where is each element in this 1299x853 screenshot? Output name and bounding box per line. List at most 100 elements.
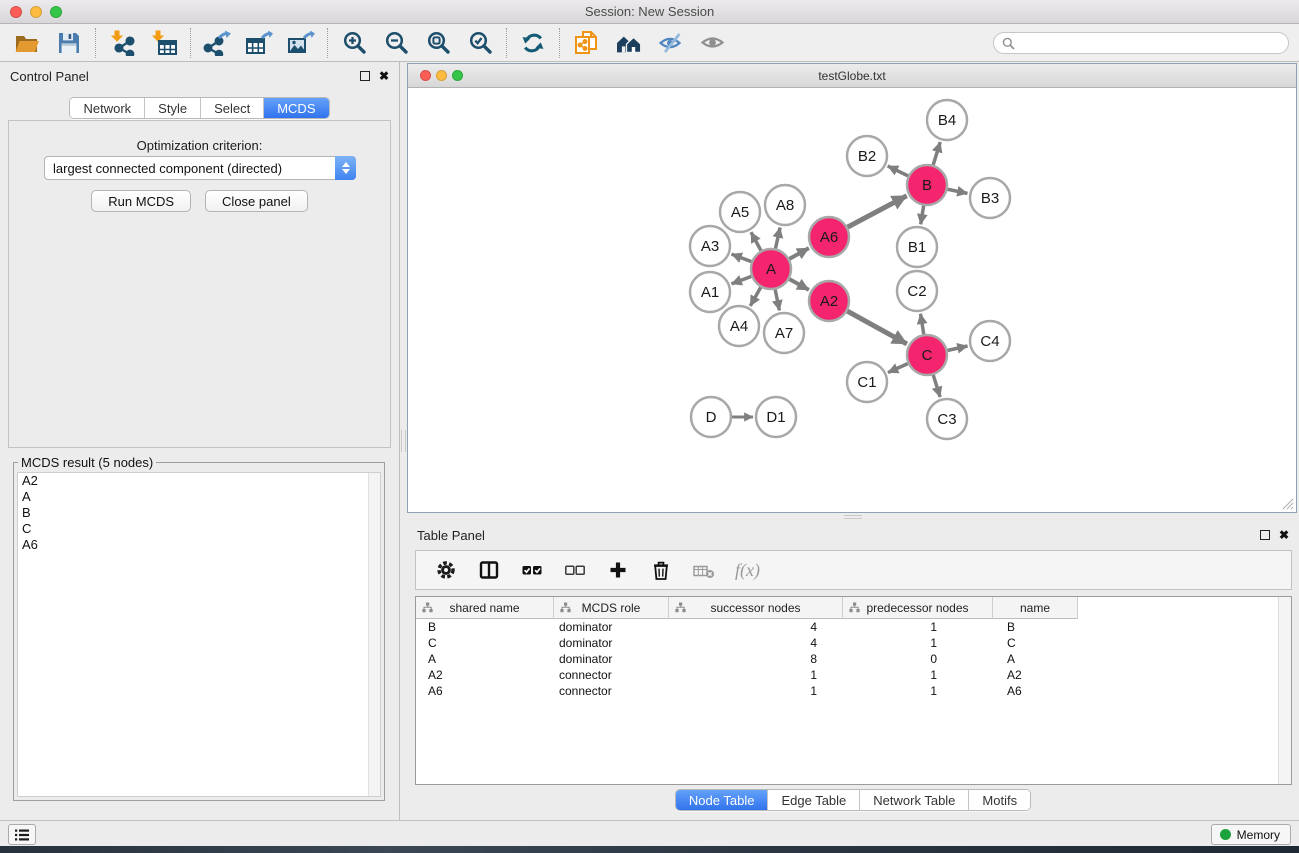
table-row[interactable]: Adominator80A xyxy=(416,651,1291,667)
hide-selected-button[interactable] xyxy=(649,26,691,60)
resize-grip-icon[interactable] xyxy=(1281,497,1294,510)
duplicate-page-button[interactable] xyxy=(565,26,607,60)
close-panel-icon[interactable]: ✖ xyxy=(1279,530,1289,540)
window-titlebar: Session: New Session xyxy=(0,0,1299,24)
mcds-result-list[interactable]: A2ABCA6 xyxy=(17,472,381,797)
table-cell: 1 xyxy=(669,668,843,682)
export-image-button[interactable] xyxy=(280,26,322,60)
result-item[interactable]: C xyxy=(18,521,380,537)
minimize-network-button[interactable] xyxy=(436,70,447,81)
add-column-button[interactable] xyxy=(606,558,630,582)
memory-button[interactable]: Memory xyxy=(1211,824,1291,845)
select-all-columns-button[interactable] xyxy=(520,558,544,582)
refresh-button[interactable] xyxy=(512,26,554,60)
graph-node-label-A8: A8 xyxy=(776,197,794,214)
close-panel-icon[interactable]: ✖ xyxy=(379,71,389,81)
import-network-button[interactable] xyxy=(101,26,143,60)
list-icon xyxy=(15,829,29,841)
table-cell: 1 xyxy=(669,684,843,698)
delete-table-button[interactable] xyxy=(692,558,716,582)
float-panel-icon[interactable] xyxy=(360,71,370,81)
tab-mcds[interactable]: MCDS xyxy=(264,98,328,118)
unselect-all-columns-button[interactable] xyxy=(563,558,587,582)
table-toolbar: f(x) xyxy=(415,550,1292,590)
criterion-dropdown[interactable]: largest connected component (directed) xyxy=(44,156,356,180)
show-all-button[interactable] xyxy=(691,26,733,60)
horizontal-splitter-handle[interactable] xyxy=(407,513,1299,521)
table-settings-button[interactable] xyxy=(434,558,458,582)
table-row[interactable]: A6connector11A6 xyxy=(416,683,1291,699)
table-cell: 1 xyxy=(843,668,993,682)
table-panel: Table Panel ✖ xyxy=(407,521,1299,820)
zoom-selected-button[interactable] xyxy=(459,26,501,60)
result-item[interactable]: A xyxy=(18,489,380,505)
table-scrollbar[interactable] xyxy=(1278,597,1291,784)
memory-status-icon xyxy=(1220,829,1231,840)
network-window: testGlobe.txt B4B2BB3A8A5A6A3B1AA1C2A2A4… xyxy=(407,63,1297,513)
vertical-splitter-handle[interactable] xyxy=(401,430,406,452)
zoom-window-button[interactable] xyxy=(50,6,62,18)
window-title: Session: New Session xyxy=(585,4,714,19)
trash-icon xyxy=(650,559,672,581)
column-header-MCDS-role[interactable]: MCDS role xyxy=(554,597,669,619)
tab-motifs[interactable]: Motifs xyxy=(969,790,1030,810)
column-header-predecessor-nodes[interactable]: predecessor nodes xyxy=(843,597,993,619)
column-header-successor-nodes[interactable]: successor nodes xyxy=(669,597,843,619)
save-disk-icon xyxy=(57,31,81,55)
result-item[interactable]: A2 xyxy=(18,473,380,489)
minimize-window-button[interactable] xyxy=(30,6,42,18)
zoom-network-button[interactable] xyxy=(452,70,463,81)
table-row[interactable]: A2connector11A2 xyxy=(416,667,1291,683)
show-columns-button[interactable] xyxy=(477,558,501,582)
column-header-name[interactable]: name xyxy=(993,597,1078,619)
float-panel-icon[interactable] xyxy=(1260,530,1270,540)
function-icon: f(x) xyxy=(735,560,760,581)
tab-network-table[interactable]: Network Table xyxy=(860,790,969,810)
network-window-titlebar[interactable]: testGlobe.txt xyxy=(408,64,1296,88)
tab-node-table[interactable]: Node Table xyxy=(676,790,769,810)
zoom-fit-button[interactable] xyxy=(417,26,459,60)
home-layout-button[interactable] xyxy=(607,26,649,60)
table-panel-header: Table Panel ✖ xyxy=(407,521,1299,549)
zoom-out-icon xyxy=(384,30,409,55)
column-header-shared-name[interactable]: shared name xyxy=(416,597,554,619)
node-table[interactable]: shared nameMCDS rolesuccessor nodesprede… xyxy=(415,596,1292,785)
close-network-button[interactable] xyxy=(420,70,431,81)
result-scrollbar[interactable] xyxy=(368,473,380,796)
run-mcds-button[interactable]: Run MCDS xyxy=(91,190,191,212)
search-field[interactable] xyxy=(993,32,1289,54)
tab-network[interactable]: Network xyxy=(70,98,145,118)
delete-column-button[interactable] xyxy=(649,558,673,582)
export-table-button[interactable] xyxy=(238,26,280,60)
column-type-icon xyxy=(849,602,860,613)
table-cell: A xyxy=(416,652,554,666)
zoom-in-button[interactable] xyxy=(333,26,375,60)
tab-edge-table[interactable]: Edge Table xyxy=(768,790,860,810)
close-window-button[interactable] xyxy=(10,6,22,18)
import-table-button[interactable] xyxy=(143,26,185,60)
import-table-icon xyxy=(151,30,178,56)
function-builder-button[interactable]: f(x) xyxy=(735,558,760,582)
open-session-button[interactable] xyxy=(6,26,48,60)
table-panel-title: Table Panel xyxy=(417,528,1260,543)
network-canvas[interactable]: B4B2BB3A8A5A6A3B1AA1C2A2A4A7C4CC1C3DD1 xyxy=(408,88,1296,512)
result-item[interactable]: A6 xyxy=(18,537,380,553)
graph-node-label-A4: A4 xyxy=(730,318,748,335)
save-session-button[interactable] xyxy=(48,26,90,60)
close-panel-button[interactable]: Close panel xyxy=(205,190,308,212)
control-panel: Control Panel ✖ NetworkStyleSelectMCDS O… xyxy=(0,62,400,820)
zoom-out-button[interactable] xyxy=(375,26,417,60)
table-cell: dominator xyxy=(554,620,669,634)
tab-select[interactable]: Select xyxy=(201,98,264,118)
zoom-fit-icon xyxy=(426,30,451,55)
graph-node-label-C: C xyxy=(922,347,933,364)
tab-style[interactable]: Style xyxy=(145,98,201,118)
control-panel-title: Control Panel xyxy=(10,69,360,84)
search-input[interactable] xyxy=(1020,34,1288,52)
export-network-button[interactable] xyxy=(196,26,238,60)
result-item[interactable]: B xyxy=(18,505,380,521)
table-row[interactable]: Cdominator41C xyxy=(416,635,1291,651)
task-history-button[interactable] xyxy=(8,824,36,845)
table-header-row: shared nameMCDS rolesuccessor nodesprede… xyxy=(416,597,1291,619)
table-row[interactable]: Bdominator41B xyxy=(416,619,1291,635)
